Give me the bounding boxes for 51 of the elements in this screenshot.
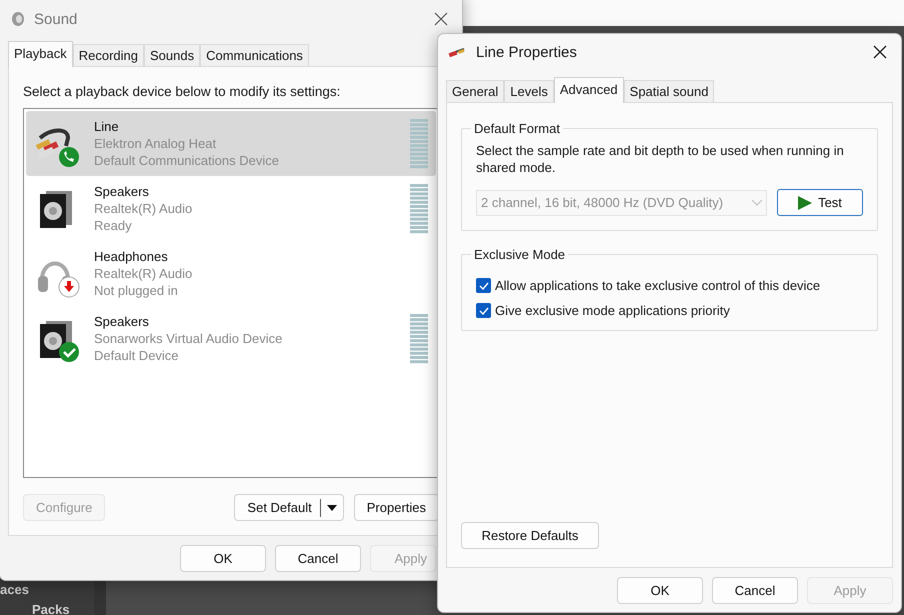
device-item[interactable]: Headphones Realtek(R) Audio Not plugged in	[26, 241, 436, 306]
instruction-text: Select a playback device below to modify its settings:	[23, 84, 342, 99]
device-item[interactable]: Line Elektron Analog Heat Default Communications Device	[26, 111, 436, 176]
restore-defaults-button[interactable]: Restore Defaults	[461, 522, 599, 549]
device-description: Elektron Analog Heat	[94, 135, 218, 152]
checkbox[interactable]	[476, 303, 491, 318]
device-name: Speakers	[94, 313, 150, 330]
group-title: Exclusive Mode	[473, 247, 566, 262]
tab[interactable]: Playback	[8, 41, 73, 67]
dialog-button[interactable]: OK	[617, 577, 703, 604]
dialog-button[interactable]: Cancel	[712, 577, 798, 604]
tab[interactable]: Spatial sound	[624, 80, 714, 102]
device-name: Speakers	[94, 183, 150, 200]
tab[interactable]: Sounds	[144, 44, 200, 66]
tab[interactable]: Recording	[72, 44, 144, 66]
device-status: Default Communications Device	[94, 152, 280, 169]
chevron-icon	[752, 200, 762, 206]
dialog-button[interactable]: OK	[180, 545, 266, 572]
set-default-button[interactable]: Set Default	[234, 494, 344, 521]
window-title: Sound	[34, 10, 78, 28]
device-description: Realtek(R) Audio	[94, 265, 194, 282]
tab[interactable]: Communications	[200, 44, 309, 66]
device-status: Not plugged in	[94, 282, 179, 299]
device-status: Ready	[94, 217, 133, 234]
sidebar-label: Packs	[32, 602, 71, 615]
checkmark-icon	[478, 282, 488, 290]
test-button[interactable]: Test	[777, 189, 863, 216]
device-item[interactable]: Speakers Realtek(R) Audio Ready	[26, 176, 436, 241]
play-icon	[798, 196, 812, 210]
device-name: Line	[94, 118, 120, 135]
checkmark-icon	[478, 306, 488, 314]
window-title: Line Properties	[476, 44, 578, 60]
caret-icon	[326, 504, 337, 510]
device-description: Realtek(R) Audio	[94, 200, 194, 217]
description-text: Select the sample rate and bit depth to be used when running in shared mode.	[476, 142, 845, 176]
device-description: Sonarworks Virtual Audio Device	[94, 330, 284, 347]
checkbox[interactable]	[476, 278, 491, 293]
sidebar-label: aces	[0, 582, 30, 597]
device-item[interactable]: Speakers Sonarworks Virtual Audio Device Default Device	[26, 306, 436, 371]
device-name: Headphones	[94, 248, 169, 265]
checkbox-label: Give exclusive mode applications priority	[495, 303, 730, 318]
properties-button[interactable]: Properties	[354, 494, 439, 521]
tab[interactable]: General	[446, 80, 504, 102]
group-title: Default Format	[473, 121, 561, 136]
checkbox-label: Allow applications to take exclusive control of this device	[495, 278, 820, 293]
dialog-button[interactable]: Cancel	[275, 545, 361, 572]
close-icon[interactable]	[873, 45, 887, 59]
close-icon[interactable]	[434, 12, 448, 26]
tab[interactable]: Levels	[504, 80, 554, 102]
device-status: Default Device	[94, 347, 180, 364]
tab[interactable]: Advanced	[554, 77, 624, 103]
